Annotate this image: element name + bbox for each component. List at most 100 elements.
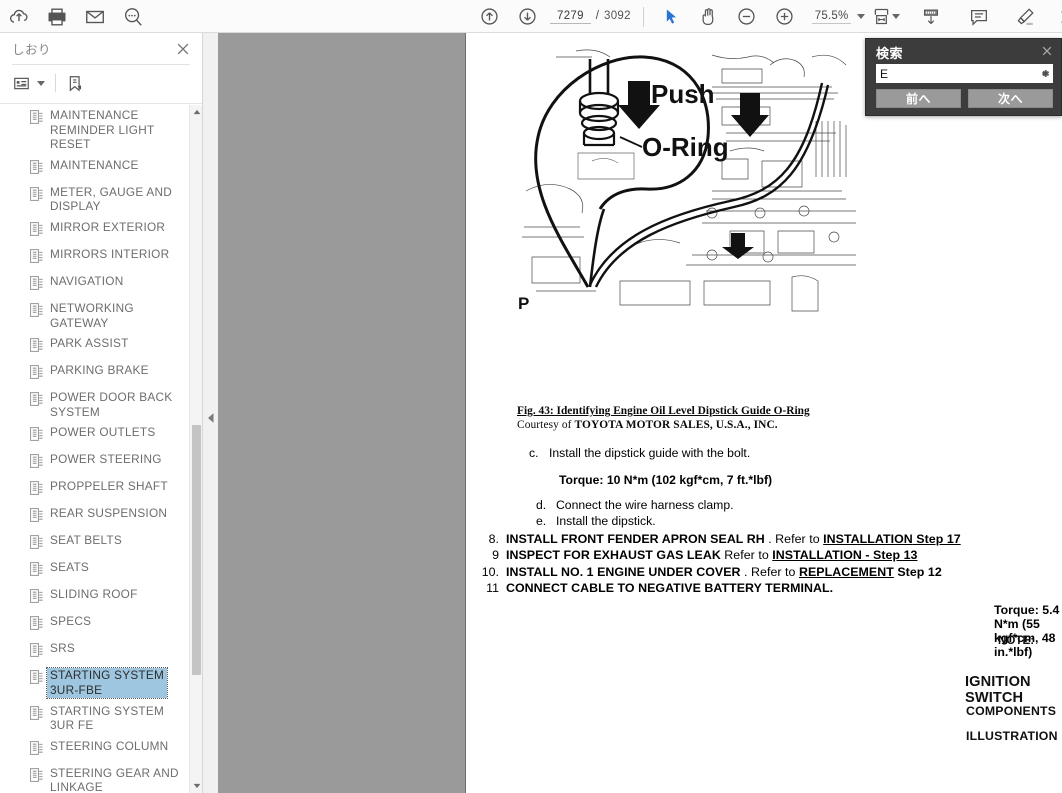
- bookmark-item[interactable]: NAVIGATION: [0, 271, 202, 298]
- bookmark-icon: [30, 616, 43, 635]
- scroll-mode-icon[interactable]: [912, 0, 950, 33]
- bookmark-item[interactable]: SEAT BELTS: [0, 530, 202, 557]
- gear-icon[interactable]: [1035, 67, 1053, 80]
- step-link[interactable]: REPLACEMENT: [799, 565, 894, 579]
- hand-pan-icon[interactable]: [690, 0, 728, 33]
- search-panel-title: 検索: [876, 46, 904, 61]
- bookmark-item[interactable]: PARK ASSIST: [0, 333, 202, 360]
- bookmark-item[interactable]: SPECS: [0, 611, 202, 638]
- step-text-connector: . Refer to: [740, 564, 799, 579]
- numbered-step: 11 CONNECT CABLE TO NEGATIVE BATTERY TERM…: [466, 580, 1026, 596]
- bookmark-icon: [30, 276, 43, 295]
- sidebar-collapse-handle[interactable]: [203, 398, 218, 438]
- bookmark-item[interactable]: PROPPELER SHAFT: [0, 476, 202, 503]
- step-text: INSPECT FOR EXHAUST GAS LEAK Refer to IN…: [506, 547, 917, 563]
- bookmark-item[interactable]: PARKING BRAKE: [0, 360, 202, 387]
- bookmark-label: MIRRORS INTERIOR: [50, 246, 170, 261]
- numbered-step: 9 INSPECT FOR EXHAUST GAS LEAK Refer to I…: [466, 547, 1026, 563]
- new-bookmark-icon[interactable]: [66, 71, 85, 95]
- bookmark-icon: [30, 705, 43, 725]
- bookmark-item[interactable]: SEATS: [0, 557, 202, 584]
- bookmark-item[interactable]: POWER STEERING: [0, 449, 202, 476]
- bookmark-icon: [30, 508, 43, 527]
- bookmark-label: MIRROR EXTERIOR: [50, 219, 166, 234]
- toolbar-center-group: 7279 / 3092 75.5%: [470, 0, 866, 33]
- page-up-icon[interactable]: [470, 0, 508, 33]
- search-input-row[interactable]: [876, 64, 1053, 83]
- upload-cloud-icon[interactable]: [0, 0, 38, 33]
- cursor-select-icon[interactable]: [652, 0, 690, 33]
- bookmark-label: NAVIGATION: [50, 273, 124, 288]
- sidebar-toolbar: [0, 69, 85, 97]
- bookmark-item[interactable]: POWER OUTLETS: [0, 422, 202, 449]
- search-zoom-icon[interactable]: [114, 0, 152, 33]
- bookmark-item[interactable]: METER, GAUGE AND DISPLAY: [0, 182, 202, 217]
- scrollbar-thumb[interactable]: [192, 425, 201, 675]
- bookmark-icon: [30, 454, 43, 473]
- document-viewer[interactable]: Push O-Ring P Fig. 43: Identifying Engin…: [218, 33, 1062, 793]
- bookmark-item[interactable]: REAR SUSPENSION: [0, 503, 202, 530]
- list-view-icon[interactable]: [12, 71, 45, 95]
- bookmark-item[interactable]: SLIDING ROOF: [0, 584, 202, 611]
- zoom-in-icon[interactable]: [766, 0, 804, 33]
- bookmark-item[interactable]: STARTING SYSTEM 3UR-FBE: [0, 665, 202, 700]
- bookmark-item[interactable]: POWER DOOR BACK SYSTEM: [0, 387, 202, 422]
- step-text: INSTALL FRONT FENDER APRON SEAL RH . Ref…: [506, 531, 961, 547]
- step-text-main: CONNECT CABLE TO NEGATIVE BATTERY TERMIN…: [506, 580, 834, 595]
- comment-icon[interactable]: [960, 0, 998, 33]
- bookmark-icon: [30, 740, 43, 760]
- zoom-level-control[interactable]: 75.5%: [811, 9, 866, 24]
- bookmark-item[interactable]: MAINTENANCE: [0, 155, 202, 182]
- bookmark-icon: [30, 159, 43, 179]
- numbered-step-list: 8. INSTALL FRONT FENDER APRON SEAL RH . R…: [466, 531, 1026, 596]
- bookmark-label: REAR SUSPENSION: [50, 506, 168, 521]
- toolbar-left-group: [0, 0, 152, 33]
- bookmark-label: PROPPELER SHAFT: [50, 479, 168, 494]
- step-tail: Step 12: [893, 564, 942, 579]
- bookmark-label: SEATS: [50, 560, 90, 575]
- highlight-pen-icon[interactable]: [1006, 0, 1044, 33]
- bookmarks-sidebar: しおり MAINTENANCE REMINDER LIGHT RESET MAI…: [0, 33, 203, 793]
- search-next-button[interactable]: 次へ: [968, 89, 1053, 108]
- bookmark-list[interactable]: MAINTENANCE REMINDER LIGHT RESET MAINTEN…: [0, 105, 202, 793]
- bookmark-item[interactable]: NETWORKING GATEWAY: [0, 298, 202, 333]
- bookmark-item[interactable]: STEERING GEAR AND LINKAGE: [0, 763, 202, 793]
- bookmark-label: POWER DOOR BACK SYSTEM: [50, 390, 173, 419]
- zoom-out-icon[interactable]: [728, 0, 766, 33]
- bookmark-item[interactable]: SRS: [0, 638, 202, 665]
- sidebar-scrollbar[interactable]: [189, 105, 202, 793]
- fit-page-chevron-icon[interactable]: [892, 14, 900, 19]
- page-down-icon[interactable]: [508, 0, 546, 33]
- email-icon[interactable]: [76, 0, 114, 33]
- close-icon[interactable]: [1040, 44, 1054, 58]
- bookmark-label: POWER OUTLETS: [50, 425, 156, 440]
- bookmark-icon: [30, 562, 43, 581]
- step-number: 11: [486, 580, 499, 595]
- scroll-down-icon[interactable]: [190, 779, 203, 793]
- bookmark-icon: [30, 222, 43, 241]
- sidebar-toolbar-divider: [55, 74, 56, 92]
- lettered-step-d: d. Connect the wire harness clamp.: [536, 498, 733, 513]
- chevron-down-icon[interactable]: [37, 80, 45, 86]
- bookmark-icon: [30, 110, 43, 129]
- close-icon[interactable]: [174, 40, 192, 58]
- step-text: Install the dipstick.: [556, 514, 656, 528]
- search-prev-button[interactable]: 前へ: [876, 89, 961, 108]
- step-link[interactable]: INSTALLATION - Step 13: [772, 548, 917, 562]
- bookmark-item[interactable]: STARTING SYSTEM 3UR FE: [0, 701, 202, 736]
- scroll-up-icon[interactable]: [190, 105, 203, 119]
- overflow-icon[interactable]: [1050, 0, 1062, 33]
- zoom-level-value[interactable]: 75.5%: [811, 9, 852, 24]
- bookmark-label: SLIDING ROOF: [50, 587, 138, 602]
- toolbar-divider: [642, 6, 644, 27]
- search-input[interactable]: [876, 66, 1035, 81]
- bookmark-item[interactable]: MIRROR EXTERIOR: [0, 217, 202, 244]
- bookmark-item[interactable]: STEERING COLUMN: [0, 736, 202, 763]
- bookmark-item[interactable]: MAINTENANCE REMINDER LIGHT RESET: [0, 105, 202, 155]
- page-number-input[interactable]: 7279: [550, 9, 591, 24]
- heading-illustration: ILLUSTRATION: [966, 729, 1058, 743]
- print-icon[interactable]: [38, 0, 76, 33]
- bookmark-item[interactable]: MIRRORS INTERIOR: [0, 244, 202, 271]
- step-link[interactable]: INSTALLATION: [823, 532, 913, 546]
- step-tail: Step 17: [912, 532, 961, 546]
